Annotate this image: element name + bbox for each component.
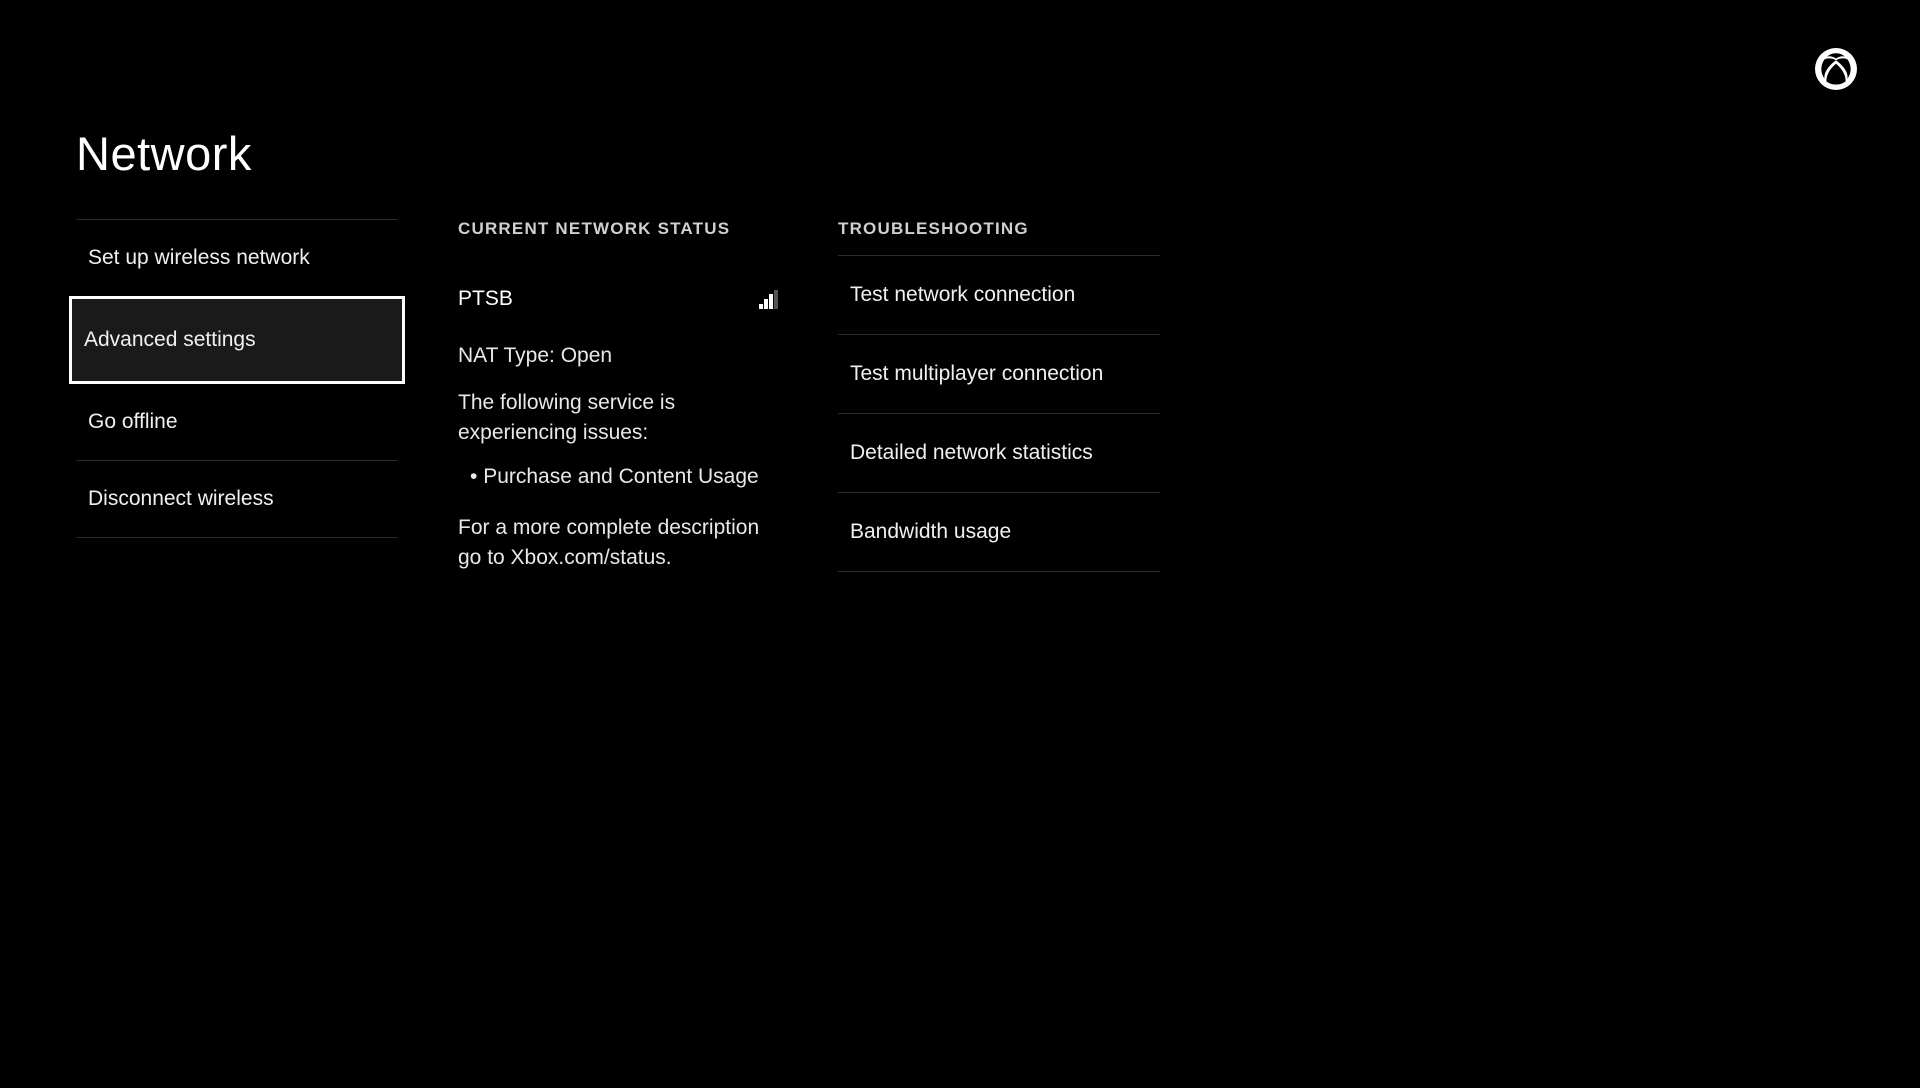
trouble-item-bandwidth-usage[interactable]: Bandwidth usage	[838, 493, 1160, 572]
menu-item-advanced-settings[interactable]: Advanced settings	[69, 296, 405, 384]
trouble-item-label: Test network connection	[850, 283, 1075, 306]
trouble-item-label: Detailed network statistics	[850, 441, 1093, 464]
xbox-logo-icon	[1815, 48, 1857, 90]
wifi-signal-icon	[759, 290, 778, 309]
menu-item-label: Advanced settings	[84, 328, 256, 351]
network-name-row: PTSB	[458, 287, 778, 311]
settings-menu: Set up wireless network Advanced setting…	[76, 219, 398, 590]
troubleshooting-heading: TROUBLESHOOTING	[838, 219, 1160, 239]
issue-bullet: Purchase and Content Usage	[470, 465, 778, 489]
menu-item-go-offline[interactable]: Go offline	[76, 384, 398, 461]
troubleshooting-panel: TROUBLESHOOTING Test network connection …	[838, 219, 1160, 590]
issue-intro-text: The following service is experiencing is…	[458, 388, 778, 447]
menu-item-label: Go offline	[88, 410, 178, 433]
menu-item-disconnect-wireless[interactable]: Disconnect wireless	[76, 461, 398, 538]
menu-item-setup-wireless[interactable]: Set up wireless network	[76, 220, 398, 297]
network-status-panel: CURRENT NETWORK STATUS PTSB NAT Type: Op…	[458, 219, 778, 590]
trouble-item-label: Bandwidth usage	[850, 520, 1011, 543]
status-footer-text: For a more complete description go to Xb…	[458, 513, 778, 572]
nat-type-text: NAT Type: Open	[458, 341, 778, 370]
status-heading: CURRENT NETWORK STATUS	[458, 219, 778, 239]
trouble-item-detailed-stats[interactable]: Detailed network statistics	[838, 414, 1160, 493]
menu-item-label: Disconnect wireless	[88, 487, 274, 510]
page-title: Network	[76, 126, 1844, 181]
trouble-item-label: Test multiplayer connection	[850, 362, 1103, 385]
trouble-item-test-multiplayer[interactable]: Test multiplayer connection	[838, 335, 1160, 414]
menu-item-label: Set up wireless network	[88, 246, 310, 269]
network-name: PTSB	[458, 287, 513, 311]
trouble-item-test-network[interactable]: Test network connection	[838, 256, 1160, 335]
